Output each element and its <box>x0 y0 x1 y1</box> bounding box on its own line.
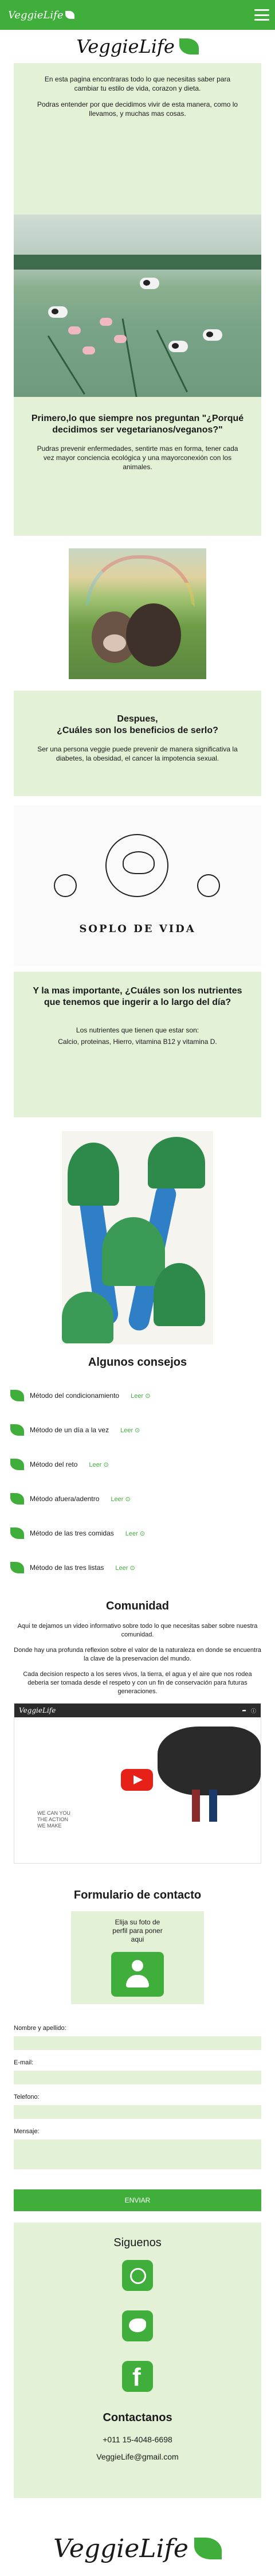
list-item: Método del reto Leer ⊙ <box>10 1447 265 1482</box>
tip-label: Método del reto <box>30 1460 78 1468</box>
list-item: Método de las tres listas Leer ⊙ <box>10 1550 265 1585</box>
video-channel-name: VeggieLife <box>19 1706 56 1714</box>
comunidad-title: Comunidad <box>106 1600 169 1612</box>
comunidad-text: Aqui te dejamos un video informativo sob… <box>0 1622 275 1696</box>
read-more-link[interactable]: Leer ⊙ <box>131 1392 150 1400</box>
user-photo-icon <box>111 1952 164 1997</box>
nature-illustration <box>62 1131 213 1344</box>
hero-brand-text: VeggieLife <box>76 36 175 57</box>
submit-button[interactable]: ENVIAR <box>14 2189 261 2211</box>
tip-label: Método de las tres listas <box>30 1564 104 1572</box>
leaf-icon <box>10 1562 24 1573</box>
community-video[interactable]: VeggieLife ➦ ⓘ WE CAN YOU THE ACTION WE … <box>14 1703 261 1864</box>
contact-phone[interactable]: +011 15-4048-6698 <box>14 2435 261 2444</box>
intro-section: En esta pagina encontraras todo lo que n… <box>14 63 261 536</box>
leaf-icon <box>194 2538 222 2559</box>
name-field[interactable] <box>14 2036 261 2050</box>
footer-panel: Siguenos Contactanos +011 15-4048-6698 V… <box>14 2223 261 2498</box>
message-label: Mensaje: <box>14 2128 40 2135</box>
cow-illustration <box>158 1727 261 1795</box>
hero-logo: VeggieLife <box>0 30 275 63</box>
tree-line <box>14 255 261 270</box>
leaf-icon <box>10 1459 24 1470</box>
message-field[interactable] <box>14 2139 261 2169</box>
navbar-logo[interactable]: VeggieLife <box>8 9 75 21</box>
intro-text-1: En esta pagina encontraras todo lo que n… <box>44 75 231 92</box>
email-field[interactable] <box>14 2071 261 2084</box>
soplo-de-vida-sketch: SOPLO DE VIDA <box>14 805 261 966</box>
footer-logo: VeggieLife <box>0 2521 275 2576</box>
leaf-icon <box>10 1424 24 1436</box>
upload-hint: Elija su foto de perfil para poner aqui <box>112 1918 163 1943</box>
instagram-icon[interactable] <box>122 2260 153 2291</box>
comunidad-text-2: Donde hay una profunda reflexion sobre e… <box>14 1647 261 1662</box>
list-item: Método afuera/adentro Leer ⊙ <box>10 1482 265 1516</box>
tip-label: Método afuera/adentro <box>30 1495 100 1503</box>
intro-text-2: Podras entender por que decidimos vivir … <box>37 100 238 118</box>
read-more-link[interactable]: Leer ⊙ <box>111 1495 130 1503</box>
list-item: Método de un día a la vez Leer ⊙ <box>10 1413 265 1447</box>
cows-field-image <box>14 215 261 397</box>
nutrients-section: Y la mas importante, ¿Cuáles son los nut… <box>14 972 261 1117</box>
tips-list: Método del condicionamiento Leer ⊙ Métod… <box>0 1378 275 1585</box>
share-icon[interactable]: ➦ <box>242 1708 246 1714</box>
tip-label: Método del condicionamiento <box>30 1392 120 1400</box>
profile-photo-upload[interactable]: Elija su foto de perfil para poner aqui <box>71 1911 204 2004</box>
navbar-brand-text: VeggieLife <box>8 9 64 21</box>
contact-form: Nombre y apellido: E-mail: Telefono: Men… <box>0 2025 275 2211</box>
person-figure <box>209 1790 217 1822</box>
video-header: VeggieLife ➦ ⓘ <box>14 1704 261 1717</box>
nutrients-body-line2: Calcio, proteinas, Hierro, vitamina B12 … <box>58 1038 217 1046</box>
follow-title: Siguenos <box>113 2236 162 2249</box>
read-more-link[interactable]: Leer ⊙ <box>125 1530 145 1537</box>
leaf-icon <box>179 38 199 54</box>
question-why-body: Pudras prevenir enfermedades, sentirte m… <box>37 445 238 471</box>
nutrients-body-line1: Los nutrientes que tienen que estar son: <box>76 1026 199 1034</box>
comunidad-text-3: Cada decision respecto a los seres vivos… <box>23 1671 252 1695</box>
info-icon[interactable]: ⓘ <box>251 1707 256 1714</box>
play-button[interactable] <box>121 1769 153 1791</box>
leaf-icon <box>10 1527 24 1539</box>
benefits-title-line2: ¿Cuáles son los beneficios de serlo? <box>57 726 218 735</box>
list-item: Método de las tres comidas Leer ⊙ <box>10 1516 265 1550</box>
tip-label: Método de las tres comidas <box>30 1529 114 1537</box>
facebook-icon[interactable] <box>122 2361 153 2392</box>
footer-brand-text: VeggieLife <box>53 2534 188 2563</box>
contact-email[interactable]: VeggieLife@gmail.com <box>14 2452 261 2461</box>
phone-field[interactable] <box>14 2105 261 2119</box>
sketch-caption: SOPLO DE VIDA <box>79 923 196 935</box>
read-more-link[interactable]: Leer ⊙ <box>115 1564 135 1572</box>
video-caption: WE CAN YOU THE ACTION WE MAKE <box>37 1810 70 1829</box>
person-figure <box>192 1790 200 1822</box>
name-label: Nombre y apellido: <box>14 2025 66 2032</box>
tips-title: Algunos consejos <box>88 1356 187 1369</box>
benefits-body: Ser una persona veggie puede prevenir de… <box>37 745 238 762</box>
menu-icon[interactable] <box>254 9 269 21</box>
top-navbar: VeggieLife <box>0 0 275 30</box>
contact-title: Contactanos <box>103 2411 172 2424</box>
read-more-link[interactable]: Leer ⊙ <box>120 1427 140 1434</box>
contact-form-title: Formulario de contacto <box>73 1889 202 1901</box>
contact-block: Contactanos +011 15-4048-6698 VeggieLife… <box>14 2411 261 2461</box>
animals-rainbow-photo <box>69 548 206 679</box>
comunidad-text-1: Aqui te dejamos un video informativo sob… <box>17 1623 258 1638</box>
tip-label: Método de un día a la vez <box>30 1426 109 1434</box>
benefits-section: Despues, ¿Cuáles son los beneficios de s… <box>14 691 261 796</box>
leaf-icon <box>10 1493 24 1505</box>
benefits-title-line1: Despues, <box>117 714 158 724</box>
nutrients-title: Y la mas importante, ¿Cuáles son los nut… <box>33 986 242 1007</box>
email-label: E-mail: <box>14 2059 34 2066</box>
list-item: Método del condicionamiento Leer ⊙ <box>10 1378 265 1413</box>
phone-label: Telefono: <box>14 2094 40 2100</box>
question-why-title: Primero,lo que siempre nos preguntan "¿P… <box>31 414 244 435</box>
read-more-link[interactable]: Leer ⊙ <box>89 1461 108 1468</box>
leaf-icon <box>65 11 75 19</box>
leaf-icon <box>10 1390 24 1401</box>
twitter-icon[interactable] <box>122 2310 153 2341</box>
